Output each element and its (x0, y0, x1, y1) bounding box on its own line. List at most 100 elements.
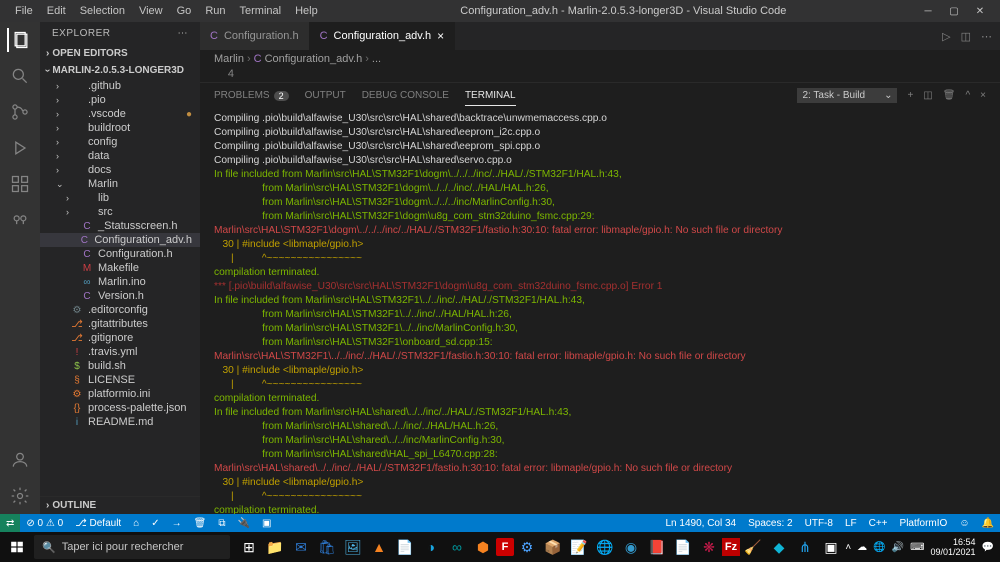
split-terminal-icon[interactable]: ◫ (923, 90, 932, 101)
more-tab-icon[interactable]: ⋯ (981, 30, 992, 43)
tab-configuration-h[interactable]: CConfiguration.h (200, 22, 310, 50)
close-panel-icon[interactable]: × (980, 90, 986, 101)
pio-serial-icon[interactable]: 🔌 (231, 518, 255, 529)
debug-console-tab[interactable]: DEBUG CONSOLE (362, 86, 449, 105)
go-menu[interactable]: Go (170, 5, 199, 17)
tree-item[interactable]: ⎇.gitattributes (40, 317, 200, 331)
edit-menu[interactable]: Edit (40, 5, 73, 17)
tree-item[interactable]: MMakefile (40, 261, 200, 275)
app-vlc-icon[interactable]: ▲ (366, 534, 392, 560)
tree-item[interactable]: C_Statusscreen.h (40, 219, 200, 233)
tree-item[interactable]: CConfiguration.h (40, 247, 200, 261)
app-f-icon[interactable]: F (496, 538, 514, 556)
tray-notifications-icon[interactable]: 💬 (982, 542, 994, 553)
tree-item[interactable]: ››lib (40, 191, 200, 205)
tree-item[interactable]: {}process-palette.json (40, 401, 200, 415)
pio-clean-icon[interactable]: 🗑 (188, 518, 213, 529)
run-menu[interactable]: Run (198, 5, 232, 17)
line-col[interactable]: Ln 1490, Col 34 (660, 518, 743, 529)
tree-item[interactable]: ››.github (40, 79, 200, 93)
close-tab-icon[interactable]: × (437, 29, 444, 43)
app-mail-icon[interactable]: ✉ (288, 534, 314, 560)
tree-item[interactable]: ››data (40, 149, 200, 163)
app-pi-icon[interactable]: ❋ (696, 534, 722, 560)
tray-network-icon[interactable]: 🌐 (873, 542, 885, 553)
terminal-tab[interactable]: TERMINAL (465, 86, 516, 106)
pio-home-icon[interactable]: ⌂ (127, 518, 145, 529)
pio-terminal-icon[interactable]: ▣ (256, 518, 277, 529)
tree-item[interactable]: ››docs (40, 163, 200, 177)
maximize-panel-icon[interactable]: ^ (965, 90, 970, 101)
tree-item[interactable]: ∞Marlin.ino (40, 275, 200, 289)
tab-configuration-adv-h[interactable]: CConfiguration_adv.h× (310, 22, 456, 50)
encoding[interactable]: UTF-8 (799, 518, 839, 529)
terminal-task-select[interactable]: 2: Task - Build⌄ (797, 88, 897, 103)
project-section[interactable]: ›MARLIN-2.0.5.3-LONGER3D (40, 62, 200, 79)
app-doc-icon[interactable]: 📄 (670, 534, 696, 560)
file-menu[interactable]: File (8, 5, 40, 17)
pio-build-icon[interactable]: ✓ (145, 518, 165, 529)
git-branch[interactable]: ⎇ Default (69, 518, 127, 529)
tray-up-icon[interactable]: ˄ (845, 542, 851, 553)
app-writer-icon[interactable]: 📄 (392, 534, 418, 560)
pio-test-icon[interactable]: ⧉ (212, 518, 231, 529)
search-icon[interactable] (8, 64, 32, 88)
app-terminal-icon[interactable]: ▣ (818, 534, 844, 560)
outline-section[interactable]: ›OUTLINE (40, 496, 200, 514)
tree-item[interactable]: ⚙platformio.ini (40, 387, 200, 401)
tray-sound-icon[interactable]: 🔊 (892, 542, 904, 553)
spaces[interactable]: Spaces: 2 (742, 518, 798, 529)
breadcrumb[interactable]: Marlin› CConfiguration_adv.h› ... (200, 50, 1000, 68)
language[interactable]: C++ (863, 518, 894, 529)
tree-item[interactable]: CConfiguration_adv.h (40, 233, 200, 247)
tree-item[interactable]: ››config (40, 135, 200, 149)
platformio-status[interactable]: PlatformIO (894, 518, 954, 529)
app-explorer-icon[interactable]: 📁 (262, 534, 288, 560)
scm-icon[interactable] (8, 100, 32, 124)
app-3d-icon[interactable]: ⬢ (470, 534, 496, 560)
start-button[interactable] (0, 532, 34, 562)
tree-item[interactable]: CVersion.h (40, 289, 200, 303)
tree-item[interactable]: ››buildroot (40, 121, 200, 135)
tree-item[interactable]: !.travis.yml (40, 345, 200, 359)
platformio-icon[interactable] (8, 208, 32, 232)
open-editors-section[interactable]: ›OPEN EDITORS (40, 45, 200, 62)
extensions-icon[interactable] (8, 172, 32, 196)
tray-cloud-icon[interactable]: ☁ (857, 542, 867, 553)
app-ccleaner-icon[interactable]: 🧹 (740, 534, 766, 560)
tree-item[interactable]: $build.sh (40, 359, 200, 373)
trash-icon[interactable]: 🗑 (943, 90, 956, 101)
maximize-icon[interactable]: ▢ (948, 5, 960, 17)
tree-item[interactable]: ⎇.gitignore (40, 331, 200, 345)
explorer-icon[interactable] (7, 28, 31, 52)
close-icon[interactable]: ✕ (974, 5, 986, 17)
feedback-icon[interactable]: ☺ (953, 518, 975, 529)
app-chrome-icon[interactable]: 🌐 (592, 534, 618, 560)
taskbar-clock[interactable]: 16:5409/01/2021 (931, 537, 976, 557)
app-filezilla-icon[interactable]: Fz (722, 538, 740, 556)
tree-item[interactable]: ››.pio (40, 93, 200, 107)
app-pdf-icon[interactable]: 📕 (644, 534, 670, 560)
app-box-icon[interactable]: 📦 (540, 534, 566, 560)
app-store-icon[interactable]: 🛍 (314, 534, 340, 560)
output-tab[interactable]: OUTPUT (305, 86, 346, 105)
tree-item[interactable]: ⚙.editorconfig (40, 303, 200, 317)
pio-upload-icon[interactable]: → (166, 518, 188, 529)
tray-lang-icon[interactable]: ⌨ (910, 542, 924, 553)
app-gear-icon[interactable]: ⚙ (514, 534, 540, 560)
remote-indicator[interactable]: ⇄ (0, 514, 20, 532)
accounts-icon[interactable] (8, 448, 32, 472)
settings-icon[interactable] (8, 484, 32, 508)
tree-item[interactable]: §LICENSE (40, 373, 200, 387)
run-tab-icon[interactable]: ▷ (942, 30, 950, 43)
tree-item[interactable]: iREADME.md (40, 415, 200, 429)
editor-content[interactable]: 4 (200, 68, 1000, 82)
tree-item[interactable]: ⌄›Marlin (40, 177, 200, 191)
app-vscode-icon[interactable]: ⋔ (792, 534, 818, 560)
app-notepad-icon[interactable]: 📝 (566, 534, 592, 560)
terminal-menu[interactable]: Terminal (233, 5, 289, 17)
selection-menu[interactable]: Selection (73, 5, 132, 17)
app-unknown1-icon[interactable]: ◆ (766, 534, 792, 560)
app-edge-icon[interactable]: ◉ (618, 534, 644, 560)
more-icon[interactable]: ⋯ (178, 28, 189, 39)
